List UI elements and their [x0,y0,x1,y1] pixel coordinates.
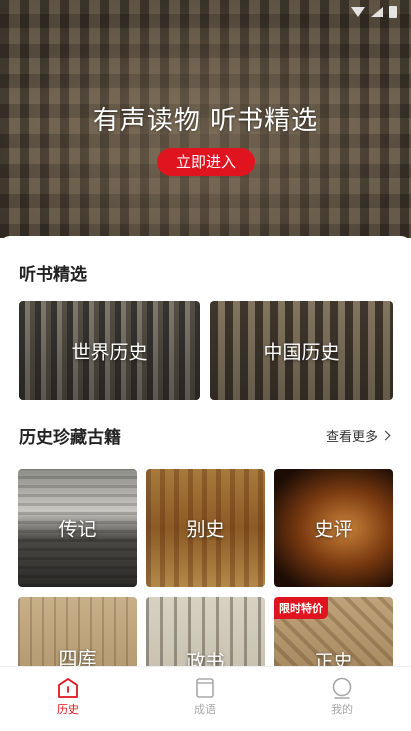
card-label: 政书 [186,651,225,666]
card-label: 正史 [314,651,353,666]
card-label: 中国历史 [263,341,340,363]
chevron-right-icon [380,430,391,441]
signal-icon [371,7,383,17]
tab-history[interactable]: 历史 [38,677,98,717]
card-label: 史评 [314,518,353,541]
wifi-icon [351,7,365,17]
status-bar [351,6,397,18]
hero-title: 有声读物 听书精选 [92,106,319,136]
view-more-link[interactable]: 查看更多 [325,426,391,445]
card-label: 世界历史 [71,341,148,363]
profile-icon [331,677,353,699]
card-historical-commentary[interactable]: 史评 [274,469,393,587]
card-label: 传记 [58,518,97,541]
battery-icon [389,6,397,18]
tab-label: 成语 [194,703,216,716]
hero-banner[interactable]: 有声读物 听书精选 立即进入 [0,0,411,238]
audio-section-title: 听书精选 [19,265,87,285]
card-siku[interactable]: 四库 [18,597,137,666]
card-official-history[interactable]: 限时特价 正史 [274,597,393,666]
bottom-tab-bar: 历史 成语 我的 [0,666,411,731]
history-icon [57,677,79,699]
card-unofficial-history[interactable]: 别史 [146,469,265,587]
tab-label: 历史 [57,703,79,716]
card-political-books[interactable]: 政书 [146,597,265,666]
tab-label: 我的 [331,703,353,716]
main-content: 听书精选 世界历史 中国历史 历史珍藏古籍 查看更多 传记 别史 史评 四库 政… [0,236,411,666]
tab-idioms[interactable]: 成语 [175,677,235,717]
card-world-history[interactable]: 世界历史 [19,301,200,400]
card-biography[interactable]: 传记 [18,469,137,587]
card-china-history[interactable]: 中国历史 [210,301,393,400]
view-more-label: 查看更多 [325,430,378,445]
card-label: 别史 [186,518,225,541]
books-section-title: 历史珍藏古籍 [19,428,121,448]
book-icon [194,677,216,699]
limited-offer-badge: 限时特价 [274,597,328,619]
card-label: 四库 [58,648,97,666]
enter-now-button[interactable]: 立即进入 [157,148,255,176]
tab-profile[interactable]: 我的 [312,677,372,717]
